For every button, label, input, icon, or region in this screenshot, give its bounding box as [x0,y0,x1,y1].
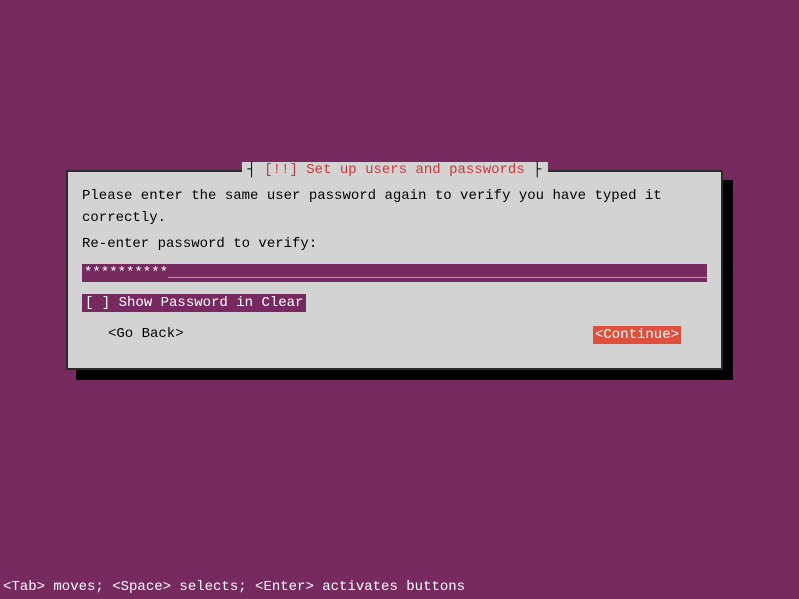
title-text: Set up users and passwords [298,162,525,178]
dialog-box: ┤ [!!] Set up users and passwords ├ Plea… [66,170,723,370]
dialog-content: Please enter the same user password agai… [68,172,721,354]
instruction-text: Please enter the same user password agai… [82,185,707,230]
footer-help: <Tab> moves; <Space> selects; <Enter> ac… [3,579,465,595]
checkbox-indicator: [ ] [85,295,110,311]
go-back-button[interactable]: <Go Back> [108,326,184,344]
password-value: ********** [84,265,168,281]
password-input[interactable]: **********______________________________… [82,264,707,282]
button-row: <Go Back> <Continue> [82,326,707,344]
continue-button[interactable]: <Continue> [593,326,681,344]
password-label: Re-enter password to verify: [82,236,707,252]
title-warning-marker: [!!] [264,162,298,178]
checkbox-label: Show Password in Clear [110,295,303,311]
show-password-checkbox[interactable]: [ ] Show Password in Clear [82,294,306,312]
title-bracket-right: ├ [525,162,542,178]
password-fill: ________________________________________… [168,265,707,281]
title-bracket-left: ┤ [247,162,264,178]
dialog-title: ┤ [!!] Set up users and passwords ├ [241,162,547,178]
